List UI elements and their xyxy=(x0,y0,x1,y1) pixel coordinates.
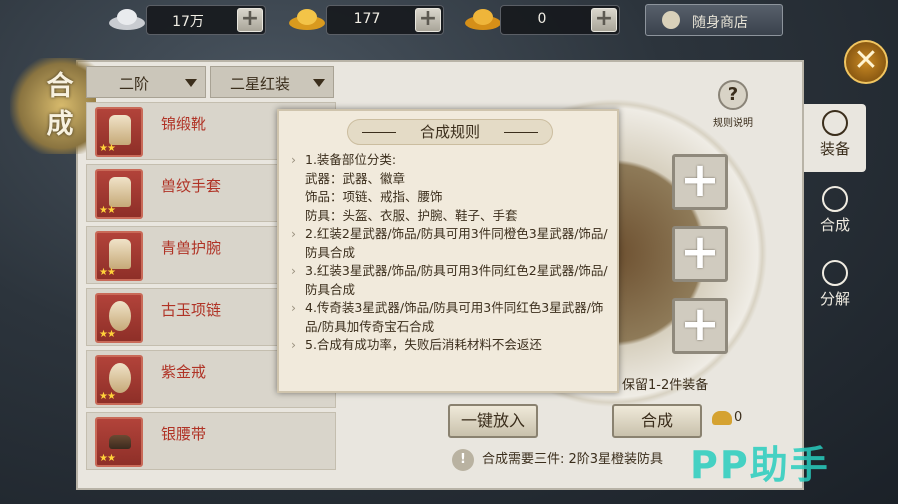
rule-3: 3.红装3星武器/饰品/防具可用3件同红色2星武器/饰品/防具合成 xyxy=(289,262,611,299)
chevron-down-icon xyxy=(313,79,325,87)
tab-label: 分解 xyxy=(819,290,850,308)
item-name: 青兽护腕 xyxy=(161,239,222,257)
page-title: 合 成 xyxy=(10,58,96,154)
boots-icon: ★★ xyxy=(95,107,143,157)
keep-equipment-text: 保留1-2件装备 xyxy=(622,378,709,393)
shop-icon xyxy=(662,11,680,29)
synthesis-cost: 0 xyxy=(712,410,748,425)
shop-button-label: 随身商店 xyxy=(692,15,748,31)
tab-label: 装备 xyxy=(819,140,850,158)
gold-currency: 177 + xyxy=(326,5,444,35)
rules-list: 1.装备部位分类: 武器：武器、徽章 饰品：项链、戒指、腰饰 防具：头盔、衣服、… xyxy=(289,151,611,355)
silver-ingot-icon xyxy=(109,9,145,30)
gold-ingot-icon xyxy=(712,410,732,425)
tab-synthesis[interactable]: 合成 xyxy=(804,180,866,248)
rule-1: 1.装备部位分类: xyxy=(289,151,611,170)
material-slot-2[interactable]: + xyxy=(672,226,728,282)
requirement-text: 合成需要三件: 2阶3星橙装防具 xyxy=(482,452,664,467)
rule-1-line: 武器：武器、徽章 xyxy=(305,170,406,186)
belt-icon: ★★ xyxy=(95,417,143,467)
rules-modal: 合成规则 1.装备部位分类: 武器：武器、徽章 饰品：项链、戒指、腰饰 防具：头… xyxy=(277,109,619,393)
cost-value: 0 xyxy=(734,410,743,425)
add-silver-button[interactable]: + xyxy=(237,8,263,32)
tab-label: 合成 xyxy=(819,216,850,234)
item-name: 兽纹手套 xyxy=(161,177,222,195)
watermark: PP助手 xyxy=(690,443,830,487)
silver-amount: 17万 xyxy=(172,14,204,30)
tier-dropdown[interactable]: 二阶 xyxy=(86,66,206,98)
bound-gold-currency: 0 + xyxy=(500,5,620,35)
item-name: 锦缎靴 xyxy=(161,115,207,133)
bound-gold-ingot-icon xyxy=(465,9,501,30)
title-char-2: 成 xyxy=(46,109,74,140)
bag-icon xyxy=(822,260,848,286)
tab-decompose[interactable]: 分解 xyxy=(804,254,866,322)
close-button[interactable]: ✕ xyxy=(844,40,888,84)
material-slot-3[interactable]: + xyxy=(672,298,728,354)
rule-4: 4.传奇装3星武器/饰品/防具可用3件同红色3星武器/饰品/防具加传奇宝石合成 xyxy=(289,299,611,336)
close-icon: ✕ xyxy=(853,43,879,78)
material-slot-1[interactable]: + xyxy=(672,154,728,210)
one-click-add-button[interactable]: 一键放入 xyxy=(448,404,538,438)
silver-currency: 17万 + xyxy=(146,5,266,35)
portable-shop-button[interactable]: 随身商店 xyxy=(645,4,783,36)
add-gold-button[interactable]: + xyxy=(415,8,441,32)
gold-ingot-icon xyxy=(289,9,325,30)
item-name: 银腰带 xyxy=(161,425,207,443)
item-name: 古玉项链 xyxy=(161,301,222,319)
synthesis-icon xyxy=(822,186,848,212)
warning-icon: ! xyxy=(452,448,474,471)
quality-dropdown-label: 二星红装 xyxy=(229,75,290,93)
item-stars: ★★ xyxy=(99,391,116,402)
item-stars: ★★ xyxy=(99,143,116,154)
rule-1-line: 防具：头盔、衣服、护腕、鞋子、手套 xyxy=(305,207,518,223)
add-bound-gold-button[interactable]: + xyxy=(591,8,617,32)
synthesize-button[interactable]: 合成 xyxy=(612,404,702,438)
rules-help-button[interactable]: ? 规则说明 xyxy=(706,80,760,129)
tier-dropdown-label: 二阶 xyxy=(118,75,149,93)
modal-title: 合成规则 xyxy=(347,119,553,145)
currency-bar: 17万 + 177 + 0 + 随身商店 xyxy=(0,0,898,44)
rule-2: 2.红装2星武器/饰品/防具可用3件同橙色3星武器/饰品/防具合成 xyxy=(289,225,611,262)
bound-gold-amount: 0 xyxy=(537,11,547,27)
item-stars: ★★ xyxy=(99,329,116,340)
question-icon: ? xyxy=(718,80,748,110)
necklace-icon: ★★ xyxy=(95,293,143,343)
item-name: 紫金戒 xyxy=(161,363,207,381)
title-char-1: 合 xyxy=(46,71,74,102)
rule-1-line: 饰品：项链、戒指、腰饰 xyxy=(305,189,443,204)
gold-amount: 177 xyxy=(353,11,381,27)
gloves-icon: ★★ xyxy=(95,169,143,219)
list-item[interactable]: ★★ 银腰带 xyxy=(86,412,336,470)
item-stars: ★★ xyxy=(99,453,116,464)
ring-icon: ★★ xyxy=(95,355,143,405)
chevron-down-icon xyxy=(185,79,197,87)
tab-equipment[interactable]: 装备 xyxy=(804,104,866,172)
armor-icon xyxy=(822,110,848,136)
item-stars: ★★ xyxy=(99,205,116,216)
quality-dropdown[interactable]: 二星红装 xyxy=(210,66,334,98)
item-stars: ★★ xyxy=(99,267,116,278)
side-tabs: 装备 合成 分解 xyxy=(804,104,868,324)
rule-5: 5.合成有成功率，失败后消耗材料不会返还 xyxy=(289,336,611,355)
rules-help-label: 规则说明 xyxy=(713,118,753,129)
bracer-icon: ★★ xyxy=(95,231,143,281)
